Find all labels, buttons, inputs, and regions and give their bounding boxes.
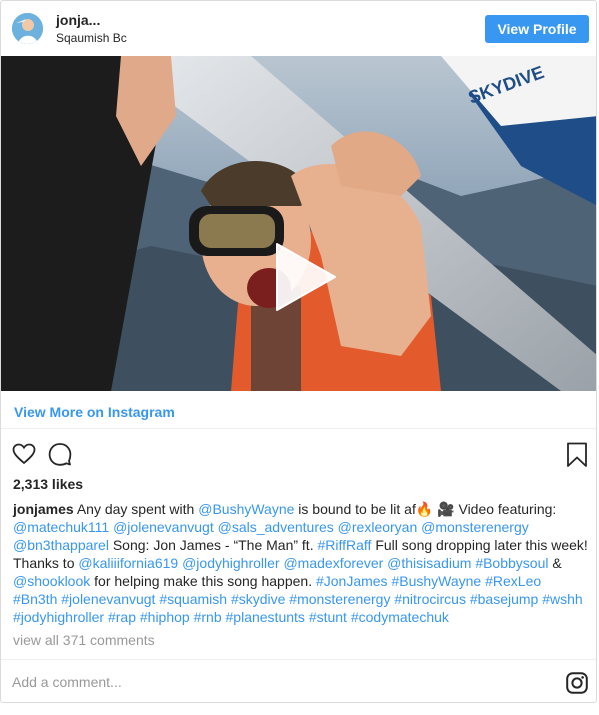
caption-text: Any day spent with @BushyWayne is bound … — [13, 501, 588, 625]
hashtag-link[interactable]: #RiffRaff — [317, 537, 371, 553]
caption-text-segment: & — [548, 555, 562, 571]
divider — [1, 428, 596, 429]
hashtag-link[interactable]: #wshh — [542, 591, 582, 607]
mention-link[interactable]: @BushyWayne — [198, 501, 294, 517]
mention-link[interactable]: @jolenevanvugt — [113, 519, 214, 535]
caption: jonjames Any day spent with @BushyWayne … — [13, 500, 588, 626]
hashtag-link[interactable]: #jolenevanvugt — [61, 591, 155, 607]
play-icon[interactable] — [269, 242, 339, 312]
mention-link[interactable]: @madexforever — [283, 555, 383, 571]
caption-text-segment: is bound to be lit af🔥 🎥 Video featuring… — [294, 501, 557, 517]
hashtag-link[interactable]: #rap — [108, 609, 136, 625]
video-frame: SKYDIVE — [1, 56, 596, 391]
caption-text-segment: Any day spent with — [73, 501, 199, 517]
hashtag-link[interactable]: #planestunts — [226, 609, 305, 625]
mention-link[interactable]: @kaliiifornia619 — [78, 555, 178, 571]
mention-link[interactable]: @sals_adventures — [218, 519, 334, 535]
caption-text-segment: Song: Jon James - “The Man” ft. — [108, 537, 318, 553]
mention-link[interactable]: @shooklook — [13, 573, 90, 589]
hashtag-link[interactable]: #basejump — [470, 591, 539, 607]
hashtag-link[interactable]: #codymatechuk — [351, 609, 449, 625]
hashtag-link[interactable]: #rnb — [194, 609, 222, 625]
username[interactable]: jonja... — [56, 12, 100, 28]
comment-bar: Add a comment... — [1, 659, 596, 702]
bookmark-icon[interactable] — [566, 442, 588, 468]
speech-bubble-icon[interactable] — [48, 442, 72, 466]
add-comment-input[interactable]: Add a comment... — [12, 674, 122, 690]
location[interactable]: Sqaumish Bc — [56, 31, 127, 45]
hashtag-link[interactable]: #JonJames — [316, 573, 388, 589]
mention-link[interactable]: @thisisadium — [387, 555, 471, 571]
mention-link[interactable]: @jodyhighroller — [182, 555, 279, 571]
hashtag-link[interactable]: #Bn3th — [13, 591, 57, 607]
hashtag-link[interactable]: #BushyWayne — [391, 573, 481, 589]
hashtag-link[interactable]: #stunt — [309, 609, 347, 625]
hashtag-link[interactable]: #nitrocircus — [394, 591, 466, 607]
avatar[interactable] — [12, 13, 43, 44]
view-more-link[interactable]: View More on Instagram — [14, 404, 175, 420]
instagram-embed-card: jonja... Sqaumish Bc View Profile SKYDIV… — [0, 0, 597, 703]
hashtag-link[interactable]: #monsterenergy — [289, 591, 390, 607]
hashtag-link[interactable]: #jodyhighroller — [13, 609, 104, 625]
view-profile-button[interactable]: View Profile — [485, 15, 589, 43]
hashtag-link[interactable]: #skydive — [231, 591, 285, 607]
video-media[interactable]: SKYDIVE — [1, 56, 596, 391]
hashtag-link[interactable]: #Bobbysoul — [475, 555, 548, 571]
hashtag-link[interactable]: #squamish — [159, 591, 227, 607]
mention-link[interactable]: @rexleoryan — [338, 519, 418, 535]
post-header: jonja... Sqaumish Bc View Profile — [1, 1, 596, 56]
hashtag-link[interactable]: #hiphop — [140, 609, 190, 625]
view-comments-link[interactable]: view all 371 comments — [13, 632, 155, 648]
mention-link[interactable]: @monsterenergy — [421, 519, 529, 535]
like-count[interactable]: 2,313 likes — [13, 476, 83, 492]
heart-icon[interactable] — [12, 442, 36, 466]
caption-text-segment: for helping make this song happen. — [90, 573, 316, 589]
caption-username[interactable]: jonjames — [13, 501, 74, 517]
instagram-glyph-icon[interactable] — [566, 672, 588, 694]
hashtag-link[interactable]: #RexLeo — [485, 573, 541, 589]
mention-link[interactable]: @matechuk111 — [13, 519, 109, 535]
mention-link[interactable]: @bn3thapparel — [13, 537, 109, 553]
